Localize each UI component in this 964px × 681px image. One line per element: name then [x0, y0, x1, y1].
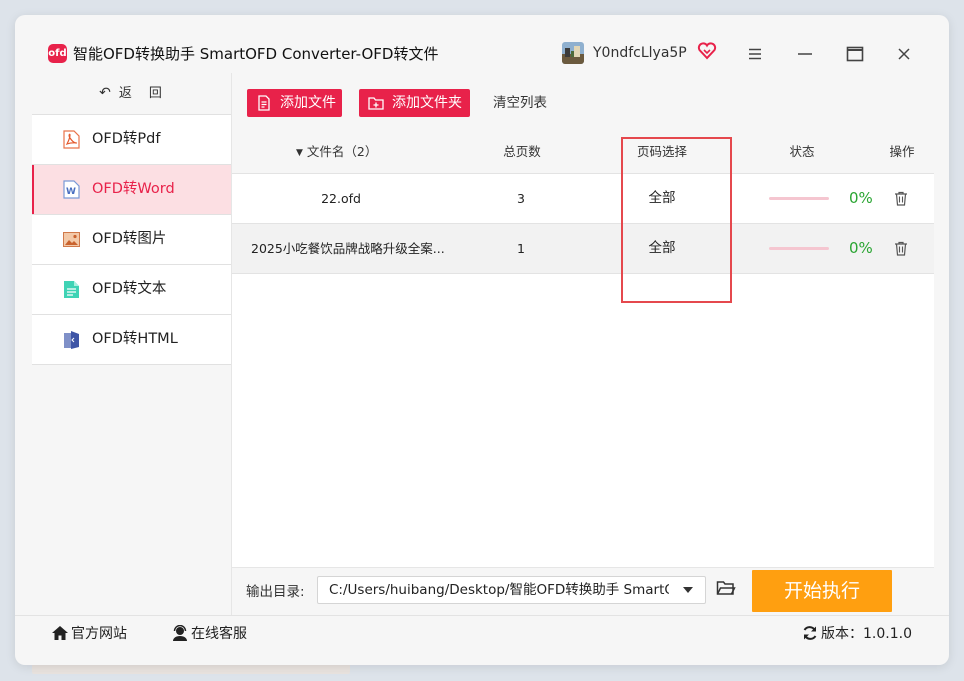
sidebar-item-label: OFD转Word: [92, 181, 175, 197]
sidebar-item-ofd-to-word[interactable]: W OFD转Word: [32, 164, 231, 214]
toolbar: 添加文件 添加文件夹 清空列表: [232, 73, 934, 131]
add-folder-icon: [368, 97, 384, 110]
sidebar: ↶ 返 回 OFD转Pdf W OFD转Word OFD转图片 OFD转文本 O…: [32, 73, 231, 615]
version-label: 版本：1.0.1.0: [821, 626, 912, 642]
delete-icon[interactable]: [894, 191, 908, 206]
back-arrow-icon: ↶: [99, 85, 113, 101]
row-progress: 0%: [849, 189, 873, 207]
row-page-select[interactable]: 全部: [649, 174, 676, 223]
output-dir-select[interactable]: C:/Users/huibang/Desktop/智能OFD转换助手 Smart…: [317, 576, 706, 604]
back-button[interactable]: ↶ 返 回: [32, 73, 231, 114]
home-icon: [52, 626, 68, 640]
header-actions: 操作: [889, 144, 915, 159]
row-pages: 1: [517, 241, 525, 256]
sidebar-item-ofd-to-image[interactable]: OFD转图片: [32, 214, 231, 264]
word-icon: W: [63, 180, 80, 199]
sidebar-nav: OFD转Pdf W OFD转Word OFD转图片 OFD转文本 OFD转HTM…: [32, 114, 231, 365]
title-bar: ofd 智能OFD转换助手 SmartOFD Converter-OFD转文件 …: [15, 15, 949, 73]
add-folder-label: 添加文件夹: [392, 95, 462, 111]
header-filename-label: 文件名（2）: [306, 144, 378, 159]
output-dir-label: 输出目录:: [246, 584, 305, 600]
version-info[interactable]: 版本：1.0.1.0: [801, 624, 912, 644]
row-progress: 0%: [849, 239, 873, 257]
sidebar-item-label: OFD转图片: [92, 231, 167, 247]
row-filename: 22.ofd: [321, 191, 361, 206]
sidebar-item-ofd-to-pdf[interactable]: OFD转Pdf: [32, 114, 231, 164]
progress-bar: [769, 247, 829, 250]
minimize-icon[interactable]: [794, 43, 816, 65]
row-pages: 3: [517, 191, 525, 206]
sidebar-item-label: OFD转文本: [92, 281, 167, 297]
user-avatar[interactable]: [562, 42, 584, 64]
vip-heart-icon[interactable]: [697, 42, 717, 60]
window-title: 智能OFD转换助手 SmartOFD Converter-OFD转文件: [73, 45, 439, 63]
open-folder-icon[interactable]: [716, 579, 736, 597]
close-icon[interactable]: [893, 43, 915, 65]
html-icon: [64, 331, 79, 349]
add-file-icon: [258, 95, 270, 111]
output-bar: 输出目录: C:/Users/huibang/Desktop/智能OFD转换助手…: [232, 567, 934, 616]
app-window: ofd 智能OFD转换助手 SmartOFD Converter-OFD转文件 …: [15, 15, 949, 665]
back-label: 返 回: [118, 86, 164, 101]
add-folder-button[interactable]: 添加文件夹: [359, 89, 470, 117]
sort-down-icon: ▼: [296, 148, 303, 158]
start-button[interactable]: 开始执行: [752, 570, 892, 612]
progress-bar: [769, 197, 829, 200]
delete-icon[interactable]: [894, 241, 908, 256]
row-page-select[interactable]: 全部: [649, 224, 676, 273]
table-row[interactable]: 22.ofd 3 全部 0%: [232, 174, 934, 224]
main-panel: 添加文件 添加文件夹 清空列表 ▼ 文件名（2） 总页数 页码选择 状态 操作 …: [231, 73, 934, 616]
header-status: 状态: [789, 144, 815, 159]
text-file-icon: [64, 281, 79, 298]
refresh-icon: [803, 626, 817, 640]
menu-icon[interactable]: [744, 43, 766, 65]
official-website-link[interactable]: 官方网站: [51, 624, 127, 644]
sidebar-item-label: OFD转HTML: [92, 331, 178, 347]
sidebar-item-label: OFD转Pdf: [92, 131, 161, 147]
table-header: ▼ 文件名（2） 总页数 页码选择 状态 操作: [232, 131, 934, 174]
output-dir-value: C:/Users/huibang/Desktop/智能OFD转换助手 Smart…: [329, 582, 669, 598]
table-row[interactable]: 2025小吃餐饮品牌战略升级全案... 1 全部 0%: [232, 224, 934, 274]
status-bar: 官方网站 在线客服 版本：1.0.1.0: [15, 615, 949, 652]
svg-text:W: W: [66, 187, 76, 197]
chevron-down-icon: [683, 587, 693, 593]
online-support-link[interactable]: 在线客服: [171, 624, 247, 644]
clear-list-button[interactable]: 清空列表: [493, 89, 547, 117]
add-file-button[interactable]: 添加文件: [247, 89, 342, 117]
add-file-label: 添加文件: [280, 95, 336, 111]
image-icon: [63, 232, 80, 247]
official-website-label: 官方网站: [71, 626, 127, 642]
header-filename[interactable]: ▼ 文件名（2）: [296, 131, 377, 174]
headset-icon: [173, 624, 187, 641]
app-logo-icon: ofd: [48, 44, 67, 63]
header-pages: 总页数: [503, 144, 541, 159]
row-filename: 2025小吃餐饮品牌战略升级全案...: [251, 241, 445, 256]
online-support-label: 在线客服: [191, 626, 247, 642]
maximize-icon[interactable]: [844, 43, 866, 65]
pdf-icon: [63, 130, 80, 149]
header-page-select: 页码选择: [636, 144, 688, 159]
sidebar-item-ofd-to-html[interactable]: OFD转HTML: [32, 314, 231, 365]
username[interactable]: Y0ndfcLlya5P: [593, 43, 687, 63]
sidebar-item-ofd-to-text[interactable]: OFD转文本: [32, 264, 231, 314]
